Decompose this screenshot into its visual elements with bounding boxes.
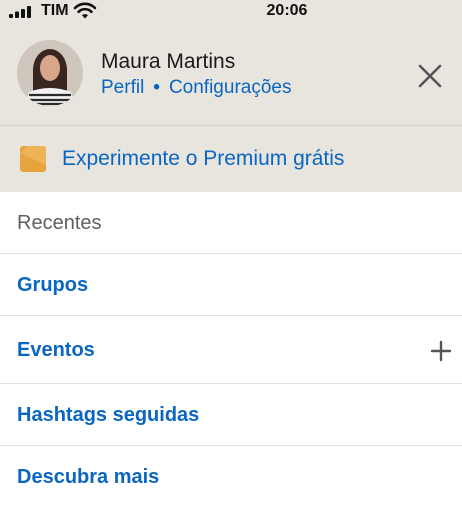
close-button[interactable]: [414, 60, 446, 92]
menu-item-descubra[interactable]: Descubra mais: [0, 446, 462, 507]
settings-link[interactable]: Configurações: [169, 77, 292, 98]
avatar[interactable]: [17, 40, 83, 106]
link-separator: •: [153, 77, 160, 98]
user-name: Maura Martins: [101, 50, 236, 73]
avatar-image: [17, 40, 83, 106]
profile-link[interactable]: Perfil: [101, 77, 144, 98]
section-recentes: Recentes: [0, 192, 462, 254]
menu-item-eventos[interactable]: Eventos: [0, 316, 462, 384]
section-title: Recentes: [17, 212, 102, 234]
menu-item-label: Grupos: [17, 274, 89, 296]
close-icon: [418, 64, 442, 88]
menu-item-hashtags[interactable]: Hashtags seguidas: [0, 384, 462, 446]
premium-banner[interactable]: Experimente o Premium grátis: [0, 126, 462, 192]
profile-header: Maura Martins Perfil • Configurações: [0, 26, 462, 126]
premium-badge-icon: [20, 146, 46, 172]
profile-links: Perfil • Configurações: [101, 77, 291, 99]
menu-item-label: Descubra mais: [17, 466, 160, 488]
status-bar: TIM 20:06: [0, 0, 462, 26]
premium-label: Experimente o Premium grátis: [62, 147, 345, 170]
menu-list: Recentes Grupos Eventos Hashtags seguida…: [0, 192, 462, 507]
status-time: 20:06: [266, 2, 308, 19]
plus-icon[interactable]: [430, 340, 452, 362]
menu-item-grupos[interactable]: Grupos: [0, 254, 462, 316]
menu-item-label: Eventos: [17, 339, 95, 361]
menu-item-label: Hashtags seguidas: [17, 404, 200, 426]
